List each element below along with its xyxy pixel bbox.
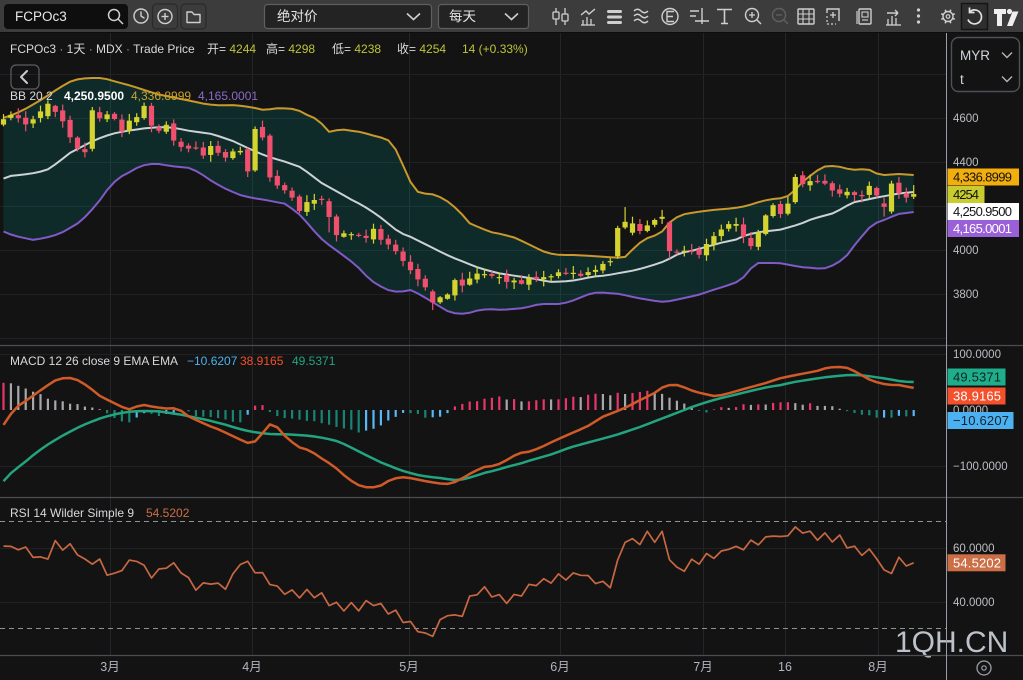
svg-text:16: 16 <box>778 660 792 674</box>
svg-text:38.9165: 38.9165 <box>240 354 284 368</box>
svg-text:4,165.0001: 4,165.0001 <box>198 89 258 103</box>
svg-text:3月: 3月 <box>100 660 119 674</box>
svg-text:14 (+0.33%): 14 (+0.33%) <box>462 42 528 56</box>
svg-text:100.0000: 100.0000 <box>953 349 1001 361</box>
svg-text:FCPOc3 · 1天 · MDX · Trade Pric: FCPOc3 · 1天 · MDX · Trade Price <box>10 42 195 56</box>
svg-text:4,336.8999: 4,336.8999 <box>953 170 1012 185</box>
svg-text:4,250.9500: 4,250.9500 <box>953 204 1012 219</box>
svg-text:收= 4254: 收= 4254 <box>397 42 446 56</box>
svg-text:54.5202: 54.5202 <box>953 555 1001 570</box>
svg-text:6月: 6月 <box>550 660 569 674</box>
svg-text:MYR: MYR <box>960 48 990 63</box>
svg-text:49.5371: 49.5371 <box>953 370 1001 385</box>
svg-text:FCPOc3: FCPOc3 <box>15 9 67 24</box>
svg-text:54.5202: 54.5202 <box>146 506 190 520</box>
svg-text:38.9165: 38.9165 <box>953 389 1001 404</box>
svg-text:4400: 4400 <box>953 157 979 169</box>
svg-text:4,165.0001: 4,165.0001 <box>953 221 1012 236</box>
svg-text:3800: 3800 <box>953 289 979 301</box>
svg-text:低= 4238: 低= 4238 <box>332 42 381 56</box>
svg-text:−10.6207: −10.6207 <box>953 413 1009 428</box>
svg-text:−100.0000: −100.0000 <box>953 461 1008 473</box>
svg-text:4,336.8999: 4,336.8999 <box>131 89 191 103</box>
svg-text:−10.6207: −10.6207 <box>187 354 238 368</box>
svg-text:开= 4244: 开= 4244 <box>207 42 256 56</box>
svg-text:1QH.CN: 1QH.CN <box>895 626 1008 659</box>
svg-text:7月: 7月 <box>693 660 712 674</box>
svg-text:4600: 4600 <box>953 113 979 125</box>
svg-text:RSI 14 Wilder Simple 9: RSI 14 Wilder Simple 9 <box>10 506 134 520</box>
svg-text:高= 4298: 高= 4298 <box>266 41 315 56</box>
svg-text:BB 20 2: BB 20 2 <box>10 89 53 103</box>
svg-text:4月: 4月 <box>242 660 261 674</box>
svg-text:4,250.9500: 4,250.9500 <box>64 89 124 103</box>
svg-text:5月: 5月 <box>399 660 418 674</box>
svg-text:t: t <box>960 72 964 87</box>
svg-text:60.0000: 60.0000 <box>953 543 995 555</box>
svg-text:每天: 每天 <box>449 9 476 24</box>
svg-text:8月: 8月 <box>868 660 887 674</box>
svg-text:40.0000: 40.0000 <box>953 597 995 609</box>
svg-text:4254: 4254 <box>953 187 979 202</box>
svg-text:4000: 4000 <box>953 245 979 257</box>
svg-text:MACD 12 26 close 9 EMA EMA: MACD 12 26 close 9 EMA EMA <box>10 354 178 368</box>
svg-text:绝对价: 绝对价 <box>277 9 318 24</box>
svg-text:49.5371: 49.5371 <box>292 354 336 368</box>
